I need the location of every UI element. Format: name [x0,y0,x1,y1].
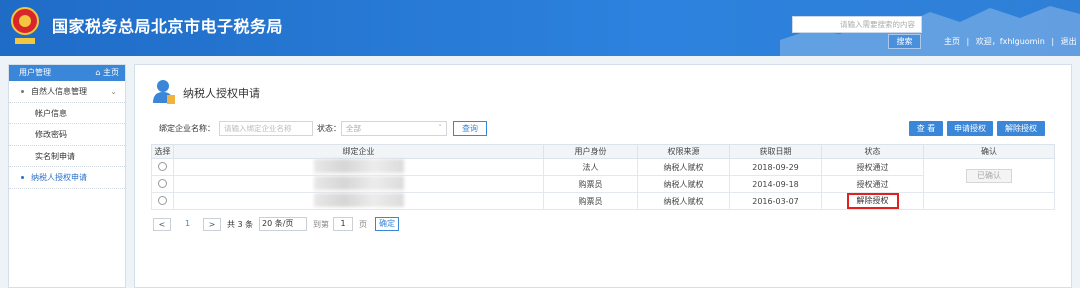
table-header-row: 选择 绑定企业 用户身份 权限来源 获取日期 状态 确认 [151,144,1055,159]
company-name-input[interactable]: 请输入绑定企业名称 [219,121,313,136]
col-company: 绑定企业 [173,144,544,159]
sidebar-group-label: 自然人信息管理 [31,87,87,96]
top-header: 国家税务总局北京市电子税务局 请输入需要搜索的内容 搜索 主页 | 欢迎，fxh… [0,0,1080,56]
row-radio[interactable] [158,178,167,188]
query-button[interactable]: 查询 [453,121,487,136]
page-size-select[interactable]: 20 条/页 [259,217,307,231]
cell-status: 授权通过 [821,175,924,193]
revoke-authorization-button[interactable]: 解除授权 [997,121,1045,136]
confirmed-button[interactable]: 已确认 [966,168,1012,183]
cell-identity: 购票员 [543,192,638,210]
col-identity: 用户身份 [543,144,638,159]
col-date: 获取日期 [729,144,822,159]
cell-identity: 购票员 [543,175,638,193]
cell-date: 2016-03-07 [729,192,822,210]
separator: | [966,37,970,46]
home-icon: ⌂ [95,68,103,77]
sidebar: 用户管理 ⌂ 主页 自然人信息管理 ⌄ 帐户信息 修改密码 实名制申请 纳税人授… [8,64,126,288]
redacted-company [313,193,404,207]
col-status: 状态 [821,144,924,159]
status-select-value: 全部 [346,124,361,133]
current-page[interactable]: 1 [185,219,190,228]
sidebar-home-label: 主页 [103,68,119,77]
home-link[interactable]: 主页 [944,37,960,46]
sidebar-item-account[interactable]: 帐户信息 [9,103,125,124]
sidebar-header: 用户管理 ⌂ 主页 [9,65,125,81]
sidebar-item-password[interactable]: 修改密码 [9,124,125,146]
chevron-down-icon: ⌄ [110,87,117,96]
chevron-down-icon: ˇ [438,124,442,133]
search-input[interactable]: 请输入需要搜索的内容 [792,16,922,33]
cell-confirm [923,192,1055,210]
main-panel: 纳税人授权申请 绑定企业名称： 请输入绑定企业名称 状态： 全部 ˇ 查询 查 看… [134,64,1072,288]
cell-source: 纳税人赋权 [637,175,730,193]
row-radio[interactable] [158,161,167,171]
goto-label: 到第 [313,220,329,229]
status-select[interactable]: 全部 ˇ [341,121,447,136]
tax-emblem-icon [11,7,39,44]
cell-date: 2014-09-18 [729,175,822,193]
search-button[interactable]: 搜索 [888,34,921,49]
cell-source: 纳税人赋权 [637,192,730,210]
goto-page-input[interactable]: 1 [333,217,353,231]
cell-status: 授权通过 [821,158,924,176]
sidebar-item-realname[interactable]: 实名制申请 [9,146,125,167]
logout-link[interactable]: 退出 [1061,37,1077,46]
prev-page-button[interactable]: < [153,218,171,231]
row-radio[interactable] [158,195,167,205]
welcome-text: 欢迎，fxhlguomin [975,37,1045,46]
col-confirm: 确认 [923,144,1055,159]
total-count: 共 3 条 [227,220,254,229]
company-filter-label: 绑定企业名称： [159,124,215,133]
redacted-company [313,159,404,173]
table-row[interactable]: 购票员 纳税人赋权 2016-03-07 解除授权 [151,192,1055,210]
site-title: 国家税务总局北京市电子税务局 [52,17,284,36]
cell-source: 纳税人赋权 [637,158,730,176]
authorization-table: 选择 绑定企业 用户身份 权限来源 获取日期 状态 确认 法人 纳税人赋权 20… [151,144,1055,210]
col-source: 权限来源 [637,144,730,159]
next-page-button[interactable]: > [203,218,221,231]
separator: | [1051,37,1055,46]
sidebar-home-link[interactable]: ⌂ 主页 [95,65,119,81]
sidebar-item-authorization[interactable]: 纳税人授权申请 [9,167,125,189]
page-size-value: 20 条/页 [262,219,294,228]
top-links: 主页 | 欢迎，fxhlguomin | 退出 [942,36,1079,47]
page-title: 纳税人授权申请 [183,87,260,100]
col-select: 选择 [151,144,174,159]
redacted-company [313,176,404,190]
apply-authorization-button[interactable]: 申请授权 [947,121,993,136]
table-row[interactable]: 购票员 纳税人赋权 2014-09-18 授权通过 [151,175,1055,193]
table-row[interactable]: 法人 纳税人赋权 2018-09-29 授权通过 已确认 [151,158,1055,193]
user-icon [153,80,175,104]
sidebar-title: 用户管理 [19,68,51,77]
page-suffix: 页 [359,220,367,229]
status-filter-label: 状态： [317,124,341,133]
goto-confirm-button[interactable]: 确定 [375,217,399,231]
view-button[interactable]: 查 看 [909,121,943,136]
cell-date: 2018-09-29 [729,158,822,176]
sidebar-group-natural-person[interactable]: 自然人信息管理 ⌄ [9,81,125,103]
cell-status-revoked: 解除授权 [846,193,899,209]
cell-identity: 法人 [543,158,638,176]
